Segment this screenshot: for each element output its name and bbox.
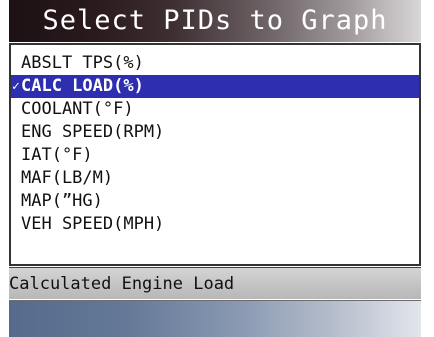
- pid-item-veh-speed[interactable]: VEH SPEED(MPH): [11, 213, 419, 236]
- checkmark-icon: ✓: [12, 79, 20, 94]
- pid-item-eng-speed[interactable]: ENG SPEED(RPM): [11, 121, 419, 144]
- pid-list-panel: ABSLT TPS(%) ✓CALC LOAD(%) COOLANT(°F) E…: [9, 43, 421, 266]
- pid-list: ABSLT TPS(%) ✓CALC LOAD(%) COOLANT(°F) E…: [11, 52, 419, 236]
- pid-description: Calculated Engine Load: [9, 274, 235, 294]
- pid-item-map[interactable]: MAP(”HG): [11, 190, 419, 213]
- pid-item-label: ABSLT TPS(%): [21, 53, 144, 73]
- pid-item-maf[interactable]: MAF(LB/M): [11, 167, 419, 190]
- pid-item-coolant[interactable]: COOLANT(°F): [11, 98, 419, 121]
- pid-item-label: ENG SPEED(RPM): [21, 122, 165, 142]
- pid-item-label: COOLANT(°F): [21, 99, 134, 119]
- scan-tool-screen: Select PIDs to Graph ABSLT TPS(%) ✓CALC …: [9, 0, 421, 337]
- title-bar: Select PIDs to Graph: [9, 0, 421, 42]
- function-key-bar: [9, 300, 421, 337]
- page-title: Select PIDs to Graph: [42, 5, 388, 36]
- pid-item-label: CALC LOAD(%): [21, 76, 144, 96]
- pid-item-label: MAF(LB/M): [21, 168, 114, 188]
- pid-item-abslt-tps[interactable]: ABSLT TPS(%): [11, 52, 419, 75]
- pid-item-label: MAP(”HG): [21, 191, 103, 211]
- pid-description-bar: Calculated Engine Load: [9, 267, 421, 299]
- pid-item-calc-load[interactable]: ✓CALC LOAD(%): [11, 75, 419, 98]
- pid-item-iat[interactable]: IAT(°F): [11, 144, 419, 167]
- pid-item-label: IAT(°F): [21, 145, 93, 165]
- pid-item-label: VEH SPEED(MPH): [21, 214, 165, 234]
